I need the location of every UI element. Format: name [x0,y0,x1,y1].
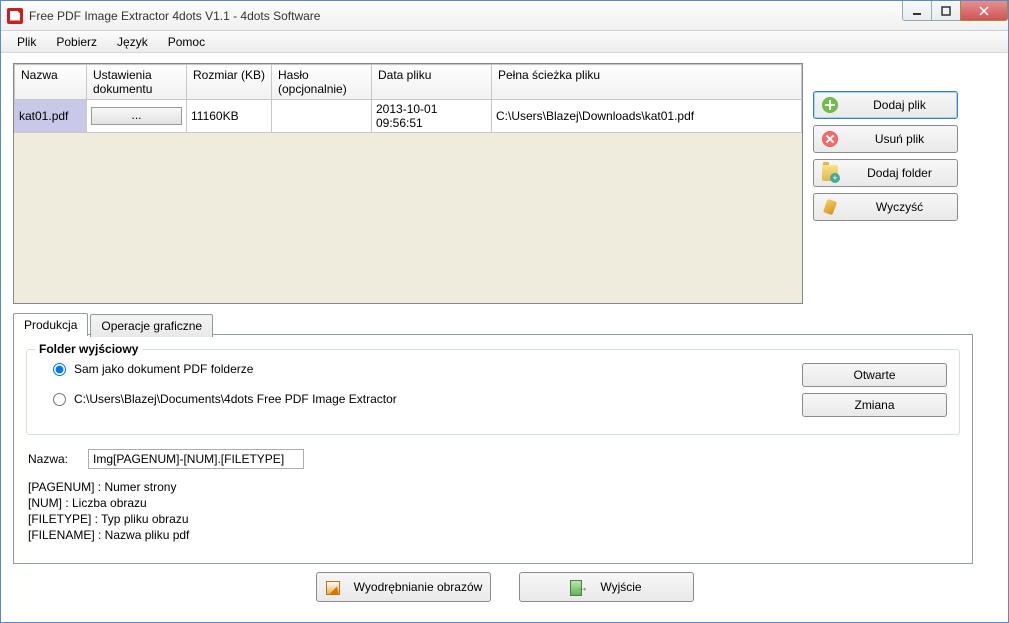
remove-file-button[interactable]: Usuń plik [813,125,958,153]
output-folder-group: Folder wyjściowy Sam jako dokument PDF f… [26,349,960,435]
radio-same-folder[interactable] [53,363,66,376]
exit-label: Wyjście [600,580,641,594]
add-folder-label: Dodaj folder [850,166,949,180]
titlebar: Free PDF Image Extractor 4dots V1.1 - 4d… [1,1,1008,31]
remove-icon [822,131,838,147]
cell-date[interactable]: 2013-10-01 09:56:51 [372,100,492,133]
settings-ellipsis-button[interactable]: ... [91,107,182,125]
hints: [PAGENUM] : Numer strony [NUM] : Liczba … [28,479,958,543]
clear-label: Wyczyść [850,200,949,214]
cell-size[interactable]: 11160KB [187,100,272,133]
maximize-button[interactable] [931,1,961,21]
radio-custom-label: C:\Users\Blazej\Documents\4dots Free PDF… [74,392,397,406]
tabstrip: Produkcja Operacje graficzne [13,312,996,335]
radio-custom-path[interactable] [53,393,66,406]
clear-icon [822,199,838,215]
output-folder-legend: Folder wyjściowy [35,342,142,356]
extract-icon [324,579,340,595]
menu-file[interactable]: Plik [7,32,46,52]
hint-filename: [FILENAME] : Nazwa pliku pdf [28,527,958,543]
tab-production[interactable]: Produkcja [13,313,88,336]
extract-label: Wyodrębnianie obrazów [354,580,483,594]
minimize-button[interactable] [902,1,932,21]
menu-download[interactable]: Pobierz [46,32,107,52]
window-controls [903,1,1008,21]
col-fullpath[interactable]: Pełna ścieżka pliku [492,65,802,100]
table-row[interactable]: kat01.pdf ... 11160KB 2013-10-01 09:56:5… [15,100,802,133]
extract-button[interactable]: Wyodrębnianie obrazów [316,572,491,602]
add-file-button[interactable]: Dodaj plik [813,91,958,119]
cell-name[interactable]: kat01.pdf [15,100,87,133]
col-password[interactable]: Hasło (opcjonalnie) [272,65,372,100]
hint-pagenum: [PAGENUM] : Numer strony [28,479,958,495]
col-settings[interactable]: Ustawienia dokumentu [87,65,187,100]
menubar: Plik Pobierz Język Pomoc [1,31,1008,53]
name-label: Nazwa: [28,452,68,466]
menu-language[interactable]: Język [107,32,158,52]
cell-settings[interactable]: ... [87,100,187,133]
col-size[interactable]: Rozmiar (KB) [187,65,272,100]
app-icon [7,8,23,24]
cell-password[interactable] [272,100,372,133]
remove-file-label: Usuń plik [850,132,949,146]
window-title: Free PDF Image Extractor 4dots V1.1 - 4d… [29,9,320,23]
add-folder-button[interactable]: Dodaj folder [813,159,958,187]
radio-same-label: Sam jako dokument PDF folderze [74,362,253,376]
name-pattern-input[interactable] [88,449,304,469]
menu-help[interactable]: Pomoc [158,32,215,52]
folder-icon [822,165,838,181]
clear-button[interactable]: Wyczyść [813,193,958,221]
exit-button[interactable]: Wyjście [519,572,694,602]
hint-num: [NUM] : Liczba obrazu [28,495,958,511]
open-button[interactable]: Otwarte [802,363,947,387]
cell-fullpath[interactable]: C:\Users\Blazej\Downloads\kat01.pdf [492,100,802,133]
tab-graphics[interactable]: Operacje graficzne [90,314,213,337]
col-date[interactable]: Data pliku [372,65,492,100]
exit-icon [570,579,586,595]
col-name[interactable]: Nazwa [15,65,87,100]
hint-filetype: [FILETYPE] : Typ pliku obrazu [28,511,958,527]
change-button[interactable]: Zmiana [802,393,947,417]
add-file-label: Dodaj plik [850,98,949,112]
add-icon [822,97,838,113]
file-grid[interactable]: Nazwa Ustawienia dokumentu Rozmiar (KB) … [13,63,803,304]
close-button[interactable] [960,1,1008,21]
tab-panel-production: Folder wyjściowy Sam jako dokument PDF f… [13,334,973,564]
